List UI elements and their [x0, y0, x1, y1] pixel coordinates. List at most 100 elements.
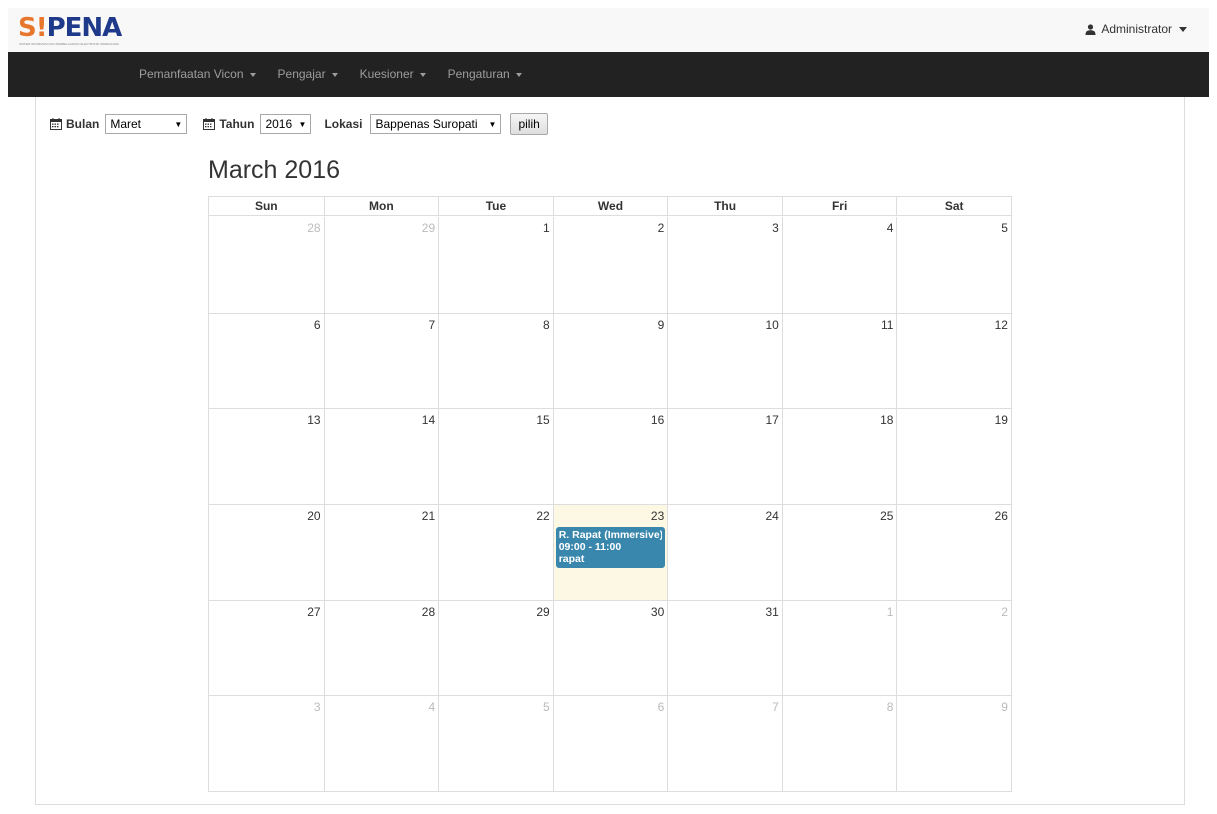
- day-cell[interactable]: 14: [323, 408, 439, 504]
- caret-down-icon: [331, 72, 338, 77]
- day-cell[interactable]: 23 R. Rapat (Immersive) 09:00 - 11:00 rapat: [552, 503, 668, 600]
- day-number: 3: [772, 221, 779, 235]
- day-cell[interactable]: 17: [667, 408, 782, 504]
- day-cell[interactable]: 5: [896, 217, 1011, 313]
- day-number: 17: [765, 413, 779, 428]
- dropdown-arrow-icon: ▼: [174, 119, 183, 129]
- tahun-select[interactable]: 2016 ▼: [260, 114, 312, 134]
- nav-pengajar[interactable]: Pengajar: [267, 52, 349, 97]
- day-cell[interactable]: 24: [667, 503, 782, 600]
- day-number: 5: [543, 700, 550, 715]
- day-cell[interactable]: 31: [667, 599, 782, 696]
- dropdown-arrow-icon: ▼: [298, 119, 307, 129]
- day-number: 4: [428, 700, 436, 715]
- caret-down-icon: [419, 72, 426, 77]
- day-cell[interactable]: 8: [781, 695, 897, 791]
- day-cell[interactable]: 7: [323, 312, 439, 409]
- top-header: S!PENA SISTEM INFORMASI DAN PEMBELAJARAN…: [8, 8, 1209, 52]
- day-cell[interactable]: 30: [552, 599, 668, 696]
- nav-pemanfaatan-vicon[interactable]: Pemanfaatan Vicon: [128, 52, 267, 97]
- day-number: 13: [307, 413, 321, 428]
- day-number: 7: [428, 317, 436, 332]
- calendar-grid: Sun Mon Tue Wed Thu Fri Sat 28 29 1 2 3 4 5 6 7 8 9 10 11 1…: [208, 196, 1012, 792]
- day-number: 29: [421, 221, 436, 235]
- day-cell[interactable]: 16: [552, 408, 668, 504]
- day-cell[interactable]: 3: [667, 217, 782, 313]
- bulan-select[interactable]: Maret ▼: [105, 114, 188, 134]
- user-name: Administrator: [1101, 22, 1172, 36]
- day-cell[interactable]: 11: [781, 312, 897, 409]
- day-number: 6: [657, 700, 665, 715]
- day-cell[interactable]: 26: [896, 503, 1011, 600]
- day-number: 22: [536, 508, 550, 523]
- weekday-sat: Sat: [896, 197, 1011, 216]
- day-number: 19: [994, 413, 1008, 428]
- nav-pengaturan[interactable]: Pengaturan: [437, 52, 533, 97]
- day-cell[interactable]: 6: [209, 312, 324, 409]
- day-number: 18: [880, 413, 894, 428]
- calendar-days: 28 29 1 2 3 4 5 6 7 8 9 10 11 12 13 14 15 16 17 18 19 20 21 22 2…: [209, 217, 1011, 791]
- day-cell[interactable]: 28: [209, 217, 324, 313]
- day-number: 15: [536, 413, 550, 428]
- day-cell[interactable]: 27: [209, 599, 324, 696]
- calendar-event[interactable]: R. Rapat (Immersive) 09:00 - 11:00 rapat: [555, 526, 666, 568]
- day-cell[interactable]: 10: [667, 312, 782, 409]
- day-cell[interactable]: 4: [323, 695, 439, 791]
- nav-kuesioner[interactable]: Kuesioner: [349, 52, 437, 97]
- day-number: 5: [1001, 221, 1008, 235]
- day-number: 29: [536, 604, 550, 619]
- day-cell[interactable]: 1: [781, 599, 897, 696]
- day-cell[interactable]: 28: [323, 599, 439, 696]
- day-number: 28: [307, 221, 321, 235]
- day-number: 1: [543, 221, 550, 235]
- day-cell[interactable]: 6: [552, 695, 668, 791]
- day-cell[interactable]: 13: [209, 408, 324, 504]
- day-number: 7: [772, 700, 779, 715]
- day-cell[interactable]: 25: [781, 503, 897, 600]
- event-desc: rapat: [558, 552, 585, 565]
- day-number: 25: [880, 508, 894, 523]
- day-cell[interactable]: 1: [438, 217, 553, 313]
- day-cell[interactable]: 9: [896, 695, 1011, 791]
- weekday-tue: Tue: [438, 197, 553, 216]
- day-cell[interactable]: 2: [896, 599, 1011, 696]
- event-title: R. Rapat (Immersive): [558, 528, 663, 541]
- day-cell[interactable]: 2: [552, 217, 668, 313]
- user-icon: [1085, 23, 1096, 35]
- day-cell[interactable]: 19: [896, 408, 1011, 504]
- day-number: 14: [421, 413, 436, 428]
- day-cell[interactable]: 4: [781, 217, 897, 313]
- day-number: 20: [307, 508, 321, 523]
- day-cell[interactable]: 18: [781, 408, 897, 504]
- day-number: 11: [880, 317, 894, 332]
- user-menu-dropdown[interactable]: Administrator: [1085, 22, 1187, 36]
- day-number: 3: [313, 700, 321, 715]
- day-cell[interactable]: 29: [438, 599, 553, 696]
- day-cell[interactable]: 9: [552, 312, 668, 409]
- day-cell[interactable]: 3: [209, 695, 324, 791]
- day-cell[interactable]: 21: [323, 503, 439, 600]
- event-time: 09:00 - 11:00: [558, 540, 622, 553]
- calendar-icon: [203, 118, 216, 130]
- day-cell[interactable]: 7: [667, 695, 782, 791]
- pilih-button[interactable]: pilih: [510, 113, 548, 135]
- tahun-label: Tahun: [203, 117, 254, 131]
- day-cell[interactable]: 20: [209, 503, 324, 600]
- day-number: 21: [421, 508, 436, 523]
- weekday-wed: Wed: [552, 197, 668, 216]
- day-cell[interactable]: 5: [438, 695, 553, 791]
- filter-bar: Bulan Maret ▼ Tahun 2016 ▼ Lokasi Bappenas…: [50, 113, 548, 135]
- day-number: 9: [657, 317, 665, 332]
- day-cell[interactable]: 8: [438, 312, 553, 409]
- day-cell[interactable]: 12: [896, 312, 1011, 409]
- day-number: 9: [1001, 700, 1008, 715]
- day-cell[interactable]: 29: [323, 217, 439, 313]
- day-cell[interactable]: 15: [438, 408, 553, 504]
- weekday-sun: Sun: [254, 199, 278, 213]
- day-cell[interactable]: 22: [438, 503, 553, 600]
- calendar-title: March 2016: [208, 156, 341, 184]
- bulan-label: Bulan: [50, 117, 99, 131]
- day-number: 2: [1001, 604, 1008, 619]
- lokasi-select[interactable]: Bappenas Suropati ▼: [370, 114, 502, 134]
- dropdown-arrow-icon: ▼: [488, 119, 497, 129]
